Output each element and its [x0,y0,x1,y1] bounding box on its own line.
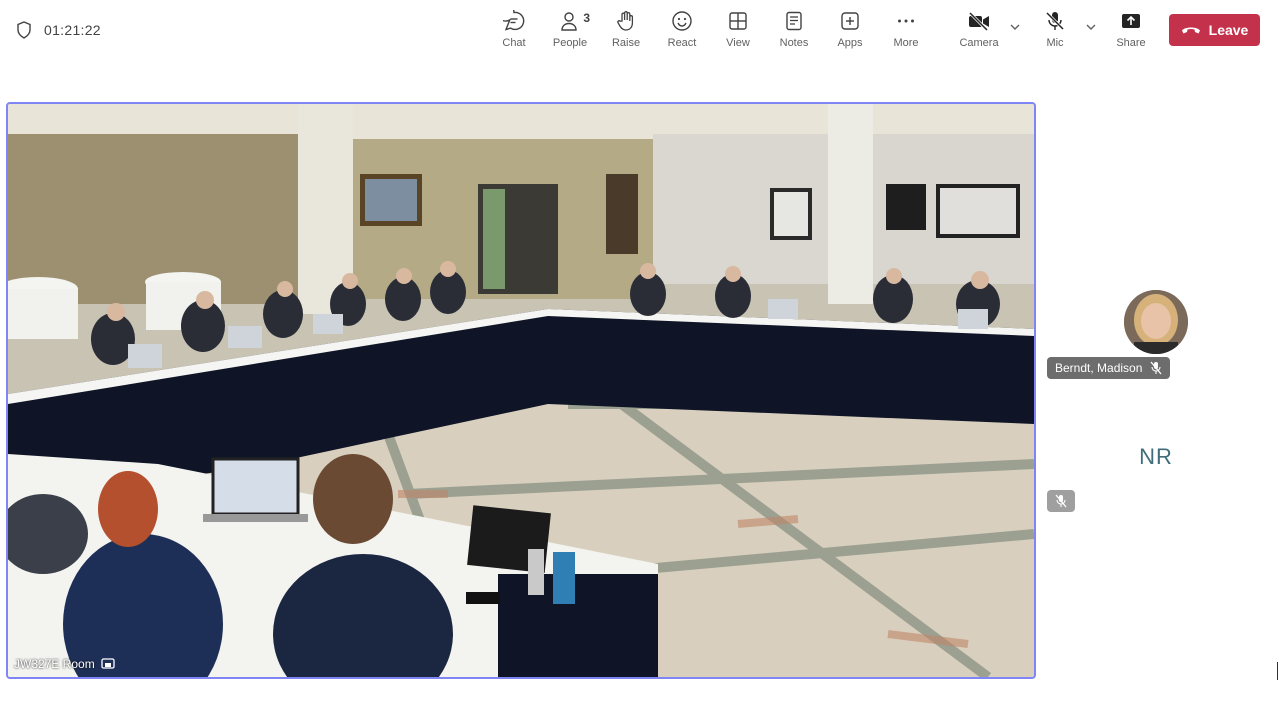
mic-off-icon [1045,11,1065,31]
people-icon [561,12,577,31]
apps-label: Apps [837,37,863,49]
leave-label: Leave [1208,22,1249,38]
phone-icon [1181,27,1200,34]
people-button[interactable]: 3 People [542,8,598,56]
meeting-timer: 01:21:22 [44,22,101,38]
mic-off-icon [1150,361,1162,375]
participant-name: Berndt, Madison [1055,361,1143,375]
react-label: React [667,37,697,49]
participant-tile[interactable]: NR [1046,395,1266,520]
notes-label: Notes [779,37,809,49]
meeting-toolbar: 01:21:22 Chat 3 People Raise React View … [0,0,1280,62]
participant-initials: NR [1139,444,1173,469]
room-video-feed [8,104,1034,677]
people-label: People [552,37,588,49]
room-label: JW327E Room [14,657,115,671]
camera-label: Camera [959,37,999,49]
view-button[interactable]: View [710,8,766,56]
camera-button[interactable]: Camera [951,8,1007,56]
people-count: 3 [583,11,590,25]
apps-icon [841,12,859,30]
mic-button[interactable]: Mic [1027,8,1083,56]
view-label: View [726,37,750,49]
grid-icon [729,12,747,30]
notes-button[interactable]: Notes [766,8,822,56]
more-label: More [893,37,919,49]
share-label: Share [1116,37,1146,49]
share-button[interactable]: Share [1103,8,1159,56]
chat-label: Chat [502,37,526,49]
share-icon [1122,14,1140,28]
apps-button[interactable]: Apps [822,8,878,56]
more-button[interactable]: More [878,8,934,56]
smile-icon [672,11,692,31]
leave-button[interactable]: Leave [1169,14,1260,46]
cursor-mark [1277,662,1278,680]
screen-share-icon [101,658,115,669]
chat-icon [503,10,525,31]
hand-icon [617,11,634,31]
room-name: JW327E Room [14,657,95,671]
react-button[interactable]: React [654,8,710,56]
chevron-down-icon[interactable] [1084,20,1098,34]
notes-icon [786,11,802,31]
mic-label: Mic [1046,37,1064,49]
avatar-photo [1124,290,1188,354]
mute-indicator [1047,490,1075,512]
chevron-down-icon[interactable] [1008,20,1022,34]
mic-off-icon [1055,494,1067,508]
more-icon [898,19,914,23]
participant-tile[interactable]: Berndt, Madison [1046,260,1266,385]
participant-name-tag: Berndt, Madison [1047,357,1171,379]
chat-button[interactable]: Chat [486,8,542,56]
main-video-stage[interactable]: JW327E Room [6,102,1036,679]
raise-label: Raise [611,37,641,49]
avatar [1124,290,1188,354]
raise-hand-button[interactable]: Raise [598,8,654,56]
shield-icon [17,21,31,39]
camera-off-icon [968,11,989,32]
